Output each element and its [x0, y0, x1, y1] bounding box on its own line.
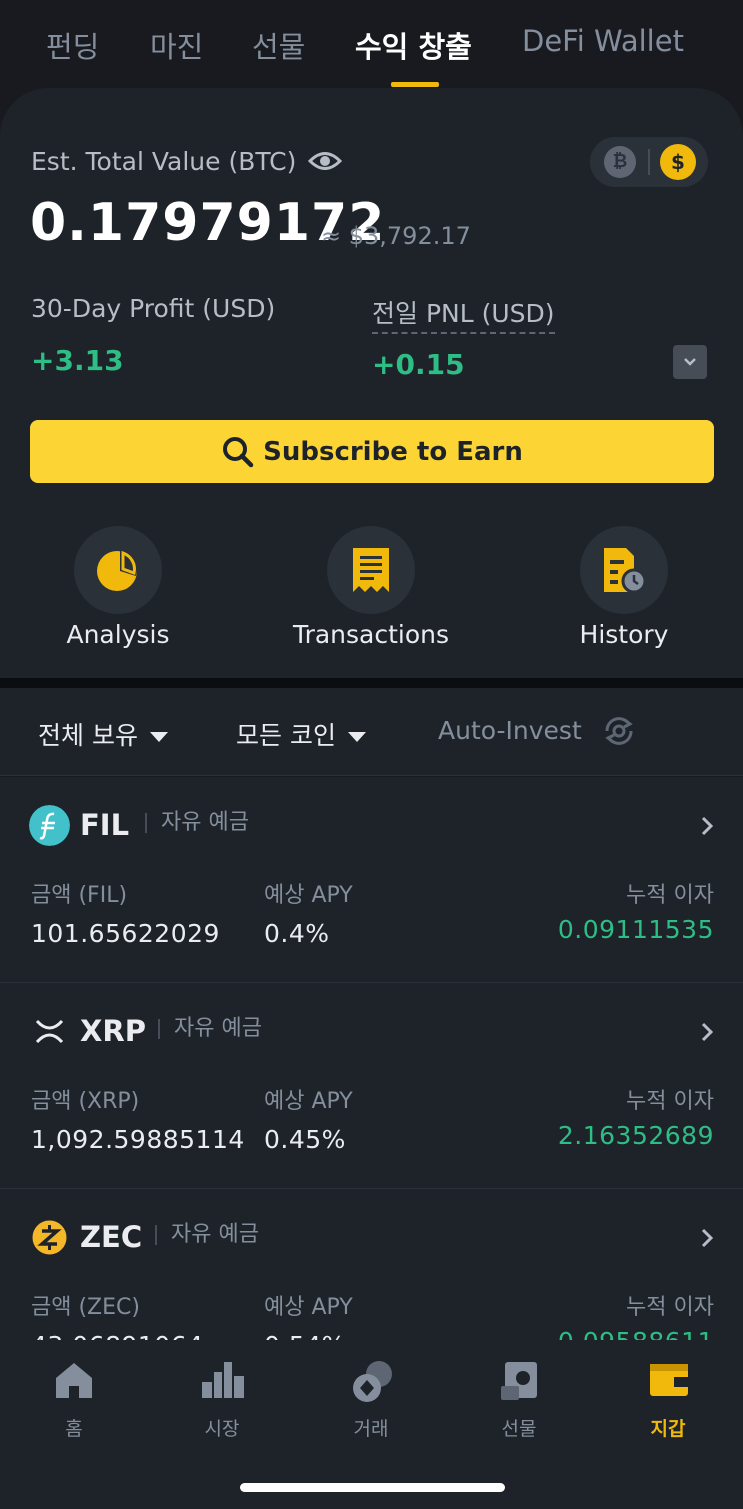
toggle-divider [648, 149, 650, 175]
subscribe-to-earn-button[interactable]: Subscribe to Earn [30, 420, 714, 483]
apy-label: 예상 APY [264, 1089, 353, 1114]
interest-value: 2.16352689 [557, 1121, 714, 1150]
apy-label: 예상 APY [264, 1295, 353, 1320]
amount-label: 금액 (ZEC) [31, 1295, 140, 1320]
asset-row-zec[interactable]: ZEC 자유 예금 금액 (ZEC) 43.06891064 예상 APY 0.… [0, 1189, 743, 1340]
bottom-nav: 홈 시장 거래 선물 지갑 [0, 1340, 743, 1509]
history-button[interactable]: History [524, 526, 724, 666]
tab-funding[interactable]: 펀딩 [46, 24, 99, 66]
asset-list: FIL 자유 예금 금액 (FIL) 101.65622029 예상 APY 0… [0, 777, 743, 1340]
active-tab-indicator [391, 82, 439, 87]
interest-value: 0.09111535 [557, 915, 714, 944]
amount-value: 43.06891064 [31, 1331, 204, 1340]
search-icon [223, 436, 254, 467]
product-tag: 자유 예금 [155, 1224, 259, 1246]
analysis-label: Analysis [66, 620, 170, 649]
fil-coin-icon [29, 805, 70, 846]
amount-value: 101.65622029 [31, 919, 220, 948]
total-value-usd: ≈ $3,792.17 [321, 222, 471, 250]
profit-30day-value: +3.13 [31, 344, 124, 377]
interest-value: 0.09588611 [558, 1327, 714, 1340]
tab-defi-wallet[interactable]: DeFi Wallet [522, 24, 684, 58]
nav-home[interactable]: 홈 [14, 1360, 134, 1440]
tab-margin[interactable]: 마진 [150, 24, 203, 66]
amount-label: 금액 (XRP) [31, 1089, 140, 1114]
nav-trade[interactable]: 거래 [311, 1360, 431, 1440]
coin-symbol: XRP [80, 1014, 146, 1048]
nav-wallet-label: 지갑 [650, 1418, 686, 1440]
nav-trade-label: 거래 [353, 1418, 389, 1440]
wallet-icon [650, 1364, 688, 1396]
nav-market[interactable]: 시장 [162, 1360, 282, 1440]
nav-market-label: 시장 [204, 1418, 240, 1440]
asset-row-xrp[interactable]: XRP 자유 예금 금액 (XRP) 1,092.59885114 예상 APY… [0, 983, 743, 1189]
caret-down-icon [347, 732, 366, 742]
apy-label: 예상 APY [264, 883, 353, 908]
apy-value: 0.54% [264, 1331, 346, 1340]
transactions-label: Transactions [292, 620, 450, 649]
pnl-yesterday-label[interactable]: 전일 PNL (USD) [372, 294, 555, 334]
holdings-filter-dropdown[interactable]: 전체 보유 [38, 716, 168, 752]
analysis-button[interactable]: Analysis [18, 526, 218, 666]
history-label: History [579, 620, 669, 649]
nav-futures-label: 선물 [501, 1418, 537, 1440]
est-total-value-label: Est. Total Value (BTC) [31, 147, 297, 176]
history-document-icon [604, 548, 647, 594]
xrp-coin-icon [35, 1019, 64, 1044]
coins-filter-label: 모든 코인 [236, 721, 336, 750]
trade-coins-icon [353, 1361, 392, 1402]
chevron-right-icon [701, 1228, 714, 1248]
product-tag: 자유 예금 [145, 812, 249, 834]
chevron-right-icon [701, 816, 714, 836]
analysis-icon-circle [74, 526, 162, 614]
holdings-filter-label: 전체 보유 [38, 721, 138, 750]
transactions-button[interactable]: Transactions [271, 526, 471, 666]
futures-icon [501, 1362, 537, 1400]
btc-icon[interactable]: ₿ [604, 146, 636, 178]
nav-futures[interactable]: 선물 [459, 1360, 579, 1440]
asset-row-fil[interactable]: FIL 자유 예금 금액 (FIL) 101.65622029 예상 APY 0… [0, 777, 743, 983]
pnl-yesterday-value: +0.15 [372, 348, 465, 381]
chevron-right-icon [701, 1022, 714, 1042]
amount-value: 1,092.59885114 [31, 1125, 245, 1154]
profit-30day-label: 30-Day Profit (USD) [31, 294, 276, 323]
pie-chart-icon [97, 550, 137, 591]
home-icon [56, 1363, 92, 1398]
auto-invest-link[interactable]: Auto-Invest [438, 716, 582, 745]
interest-label: 누적 이자 [626, 1089, 714, 1114]
apy-value: 0.45% [264, 1125, 346, 1154]
expand-button[interactable] [673, 345, 707, 379]
interest-label: 누적 이자 [626, 1295, 714, 1320]
top-tab-bar: 펀딩 마진 선물 수익 창출 DeFi Wallet [0, 0, 743, 90]
coin-symbol: FIL [80, 808, 130, 842]
transactions-icon-circle [327, 526, 415, 614]
receipt-icon [353, 548, 389, 592]
home-indicator [240, 1483, 505, 1492]
product-tag: 자유 예금 [158, 1018, 262, 1040]
caret-down-icon [149, 732, 168, 742]
auto-invest-icon[interactable] [602, 714, 636, 748]
tab-futures[interactable]: 선물 [252, 24, 305, 66]
nav-home-label: 홈 [65, 1418, 83, 1440]
interest-label: 누적 이자 [626, 883, 714, 908]
eye-icon[interactable] [308, 148, 342, 174]
coin-symbol: ZEC [80, 1220, 143, 1254]
section-divider [0, 678, 743, 688]
currency-toggle[interactable]: ₿ $ [590, 137, 708, 187]
usd-icon[interactable]: $ [660, 144, 696, 180]
apy-value: 0.4% [264, 919, 330, 948]
coins-filter-dropdown[interactable]: 모든 코인 [236, 716, 366, 752]
subscribe-label: Subscribe to Earn [263, 436, 523, 467]
tab-earn[interactable]: 수익 창출 [355, 24, 472, 66]
history-icon-circle [580, 526, 668, 614]
amount-label: 금액 (FIL) [31, 883, 128, 908]
zec-coin-icon [30, 1218, 69, 1257]
nav-wallet[interactable]: 지갑 [608, 1360, 728, 1440]
chevron-down-icon [684, 358, 696, 366]
market-bars-icon [202, 1362, 244, 1398]
